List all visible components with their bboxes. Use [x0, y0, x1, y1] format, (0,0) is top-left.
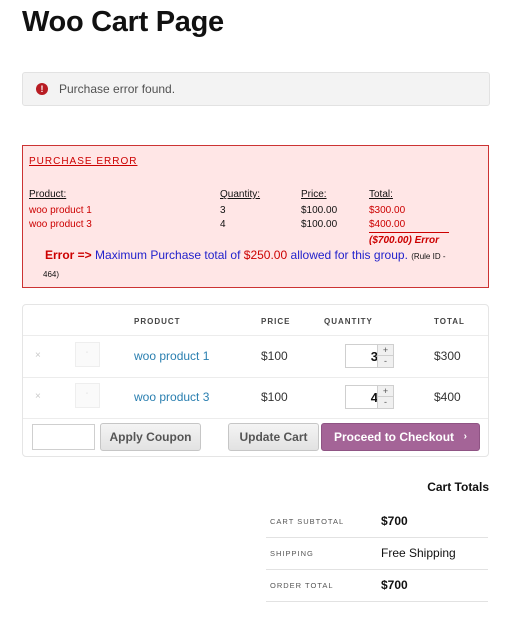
update-cart-button[interactable]: Update Cart	[228, 423, 319, 451]
order-total-label: ORDER TOTAL	[270, 581, 334, 590]
quantity-stepper[interactable]: 4 + -	[345, 385, 394, 409]
quantity-buttons: + -	[377, 345, 393, 367]
quantity-stepper[interactable]: 3 + -	[345, 344, 394, 368]
error-icon: !	[36, 83, 48, 95]
quantity-increase-button[interactable]: +	[378, 345, 393, 356]
coupon-code-input[interactable]	[32, 424, 95, 450]
error-header-quantity: Quantity:	[220, 189, 261, 200]
checkout-label: Proceed to Checkout	[334, 430, 455, 444]
quantity-decrease-button[interactable]: -	[378, 356, 393, 367]
error-row-quantity: 4	[220, 219, 226, 230]
cart-subtotal-label: CART SUBTOTAL	[270, 517, 345, 526]
remove-item-button[interactable]: ×	[35, 391, 41, 402]
item-price: $100	[261, 390, 288, 404]
row-divider	[23, 377, 488, 378]
item-price: $100	[261, 349, 288, 363]
cart-table: PRODUCT PRICE QUANTITY TOTAL × ◦ woo pro…	[22, 304, 489, 457]
column-product: PRODUCT	[134, 317, 181, 326]
product-link[interactable]: woo product 3	[134, 390, 209, 404]
error-header-price: Price:	[301, 189, 327, 200]
product-link[interactable]: woo product 1	[134, 349, 209, 363]
item-total: $300	[434, 349, 461, 363]
product-thumbnail[interactable]: ◦	[75, 383, 100, 408]
rule-id: 464)	[43, 270, 60, 279]
totals-divider	[266, 601, 488, 602]
item-total: $400	[434, 390, 461, 404]
remove-item-button[interactable]: ×	[35, 350, 41, 361]
error-row-quantity: 3	[220, 205, 226, 216]
error-header-product: Product:	[29, 189, 67, 200]
quantity-decrease-button[interactable]: -	[378, 397, 393, 408]
row-divider	[23, 335, 488, 336]
quantity-value[interactable]: 4	[346, 390, 378, 405]
error-row-price: $100.00	[301, 219, 338, 230]
purchase-error-box: PURCHASE ERROR Product: Quantity: Price:…	[22, 145, 489, 288]
apply-coupon-button[interactable]: Apply Coupon	[100, 423, 201, 451]
shipping-label: SHIPPING	[270, 549, 314, 558]
quantity-value[interactable]: 3	[346, 349, 378, 364]
error-amount: $250.00	[243, 248, 288, 262]
error-prefix: Error =>	[45, 248, 92, 262]
error-row-total: $400.00	[369, 219, 406, 230]
error-row-product: woo product 1	[29, 205, 92, 216]
cart-totals-title: Cart Totals	[427, 480, 489, 494]
shipping-value: Free Shipping	[381, 546, 456, 560]
proceed-to-checkout-button[interactable]: Proceed to Checkout ›	[321, 423, 480, 451]
placeholder-image-icon: ◦	[86, 350, 89, 356]
column-price: PRICE	[261, 317, 291, 326]
error-difference: ($700.00) Error	[369, 235, 440, 246]
product-thumbnail[interactable]: ◦	[75, 342, 100, 367]
quantity-buttons: + -	[377, 386, 393, 408]
error-row-total: $300.00	[369, 205, 406, 216]
error-notice: ! Purchase error found.	[22, 72, 490, 106]
row-divider	[23, 418, 488, 419]
placeholder-image-icon: ◦	[86, 391, 89, 397]
column-quantity: QUANTITY	[324, 317, 373, 326]
totals-divider	[266, 537, 488, 538]
error-total-divider	[369, 232, 449, 233]
notice-text: Purchase error found.	[59, 82, 176, 96]
purchase-error-title: PURCHASE ERROR	[29, 156, 138, 167]
error-message-part2: allowed for this group.	[290, 248, 408, 262]
error-row-product: woo product 3	[29, 219, 92, 230]
page-title: Woo Cart Page	[22, 6, 224, 38]
chevron-right-icon: ›	[463, 431, 467, 442]
rule-label: (Rule ID -	[411, 252, 446, 261]
error-message-part1: Maximum Purchase total of	[95, 248, 241, 262]
order-total-value: $700	[381, 578, 408, 592]
error-header-total: Total:	[369, 189, 393, 200]
error-row-price: $100.00	[301, 205, 338, 216]
totals-divider	[266, 569, 488, 570]
cart-subtotal-value: $700	[381, 514, 408, 528]
quantity-increase-button[interactable]: +	[378, 386, 393, 397]
error-message: Error => Maximum Purchase total of $250.…	[45, 248, 446, 262]
column-total: TOTAL	[434, 317, 465, 326]
